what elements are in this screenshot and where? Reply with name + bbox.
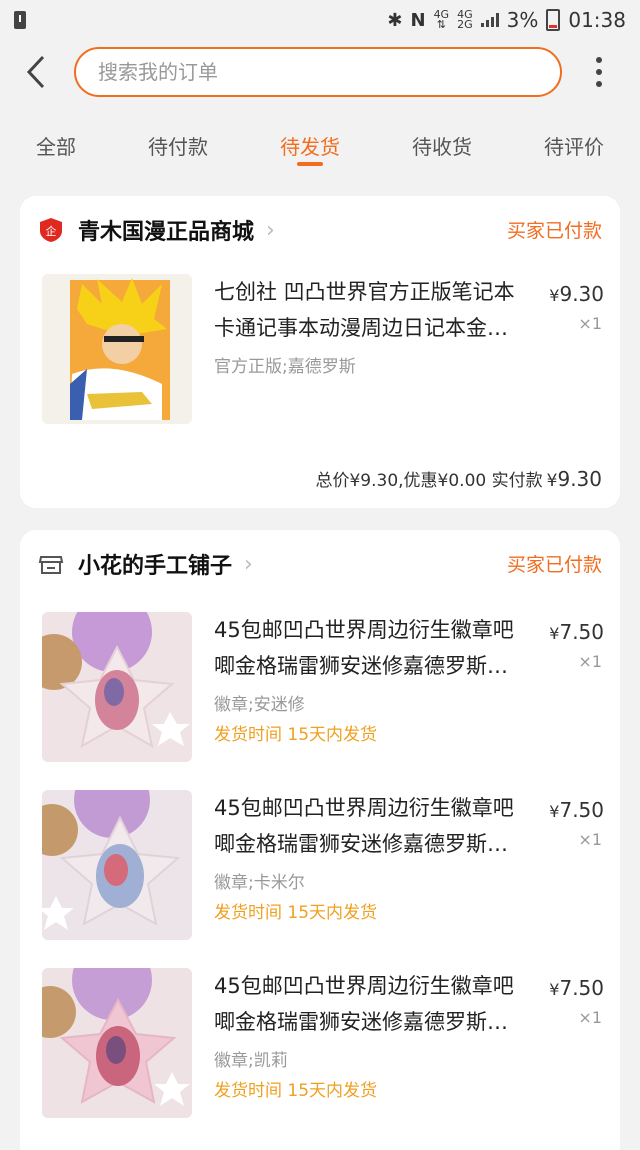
product-title[interactable]: 45包邮凹凸世界周边衍生徽章吧 唧金格瑞雷狮安迷修嘉德罗斯… — [214, 790, 540, 862]
clock: 01:38 — [568, 8, 626, 32]
search-input[interactable] — [96, 59, 560, 85]
order-item[interactable]: 七创社 凹凸世界官方正版笔记本 卡通记事本动漫周边日记本金… ¥9.30 ×1 … — [20, 274, 620, 434]
status-bar: ✱ N 4G ⇅ 4G 2G 3% 01:38 — [0, 0, 640, 40]
product-image — [42, 274, 192, 424]
paid-amount: ¥9.30 — [546, 467, 602, 491]
tab-all[interactable]: 全部 — [30, 120, 82, 170]
back-arrow-icon — [26, 55, 45, 89]
shop-name[interactable]: 小花的手工铺子 — [78, 548, 232, 580]
product-image — [42, 968, 192, 1118]
product-title[interactable]: 七创社 凹凸世界官方正版笔记本 卡通记事本动漫周边日记本金… — [214, 274, 540, 346]
product-sku: 徽章;凯莉 — [214, 1051, 288, 1071]
shipping-time: 发货时间 15天内发货 — [214, 903, 378, 923]
total-summary: 总价¥9.30,优惠¥0.00 实付款 — [315, 471, 543, 491]
network-2g-indicator: 4G 2G — [457, 8, 473, 31]
nfc-icon: N — [410, 9, 426, 31]
tab-pending-payment[interactable]: 待付款 — [142, 120, 214, 170]
product-sku: 徽章;卡米尔 — [214, 873, 305, 893]
product-price: ¥7.50 — [549, 798, 604, 822]
product-sku: 官方正版;嘉德罗斯 — [214, 357, 356, 377]
product-quantity: ×1 — [578, 652, 602, 671]
chevron-right-icon: › — [266, 217, 275, 243]
network-4g-indicator: 4G ⇅ — [433, 8, 450, 31]
sim-alert-icon — [14, 11, 26, 29]
product-price: ¥9.30 — [549, 282, 604, 306]
product-image — [42, 790, 192, 940]
search-box[interactable] — [74, 47, 562, 97]
product-quantity: ×1 — [578, 1008, 602, 1027]
tab-pending-receipt[interactable]: 待收货 — [406, 120, 478, 170]
signal-icon — [480, 13, 499, 27]
product-title[interactable]: 45包邮凹凸世界周边衍生徽章吧 唧金格瑞雷狮安迷修嘉德罗斯… — [214, 968, 540, 1040]
product-quantity: ×1 — [578, 830, 602, 849]
back-button[interactable] — [14, 50, 58, 94]
product-quantity: ×1 — [578, 314, 602, 333]
battery-icon — [546, 9, 561, 31]
product-title[interactable]: 45包邮凹凸世界周边衍生徽章吧 唧金格瑞雷狮安迷修嘉德罗斯… — [214, 612, 540, 684]
battery-percent: 3% — [506, 8, 539, 32]
order-card[interactable]: 小花的手工铺子 › 买家已付款 45包邮凹凸世界周边衍生徽章吧 唧金格瑞雷狮安迷… — [20, 530, 620, 1150]
tab-pending-shipment[interactable]: 待发货 — [274, 120, 346, 170]
order-status: 买家已付款 — [506, 220, 602, 242]
order-status: 买家已付款 — [506, 554, 602, 576]
product-price: ¥7.50 — [549, 976, 604, 1000]
order-tabs: 全部 待付款 待发货 待收货 待评价 — [0, 120, 640, 170]
product-image — [42, 612, 192, 762]
enterprise-shop-icon: 企 — [40, 218, 62, 242]
shop-name[interactable]: 青木国漫正品商城 — [78, 214, 254, 246]
bluetooth-icon: ✱ — [387, 9, 403, 31]
svg-text:企: 企 — [46, 224, 57, 238]
order-item[interactable]: 45包邮凹凸世界周边衍生徽章吧 唧金格瑞雷狮安迷修嘉德罗斯… ¥7.50 ×1 … — [20, 790, 620, 950]
product-price: ¥7.50 — [549, 620, 604, 644]
order-total: 总价¥9.30,优惠¥0.00 实付款 ¥9.30 — [315, 466, 602, 491]
product-sku: 徽章;安迷修 — [214, 695, 305, 715]
more-options-button[interactable] — [584, 52, 614, 92]
header — [0, 44, 640, 100]
order-item[interactable]: 45包邮凹凸世界周边衍生徽章吧 唧金格瑞雷狮安迷修嘉德罗斯… ¥7.50 ×1 … — [20, 968, 620, 1128]
shipping-time: 发货时间 15天内发货 — [214, 725, 378, 745]
order-item[interactable]: 45包邮凹凸世界周边衍生徽章吧 唧金格瑞雷狮安迷修嘉德罗斯… ¥7.50 ×1 … — [20, 612, 620, 772]
chevron-right-icon: › — [244, 551, 253, 577]
order-card[interactable]: 企 青木国漫正品商城 › 买家已付款 七创社 凹凸世界官方正版笔记本 卡通记事本… — [20, 196, 620, 508]
store-icon — [38, 556, 64, 574]
tab-pending-review[interactable]: 待评价 — [538, 120, 610, 170]
shipping-time: 发货时间 15天内发货 — [214, 1081, 378, 1101]
